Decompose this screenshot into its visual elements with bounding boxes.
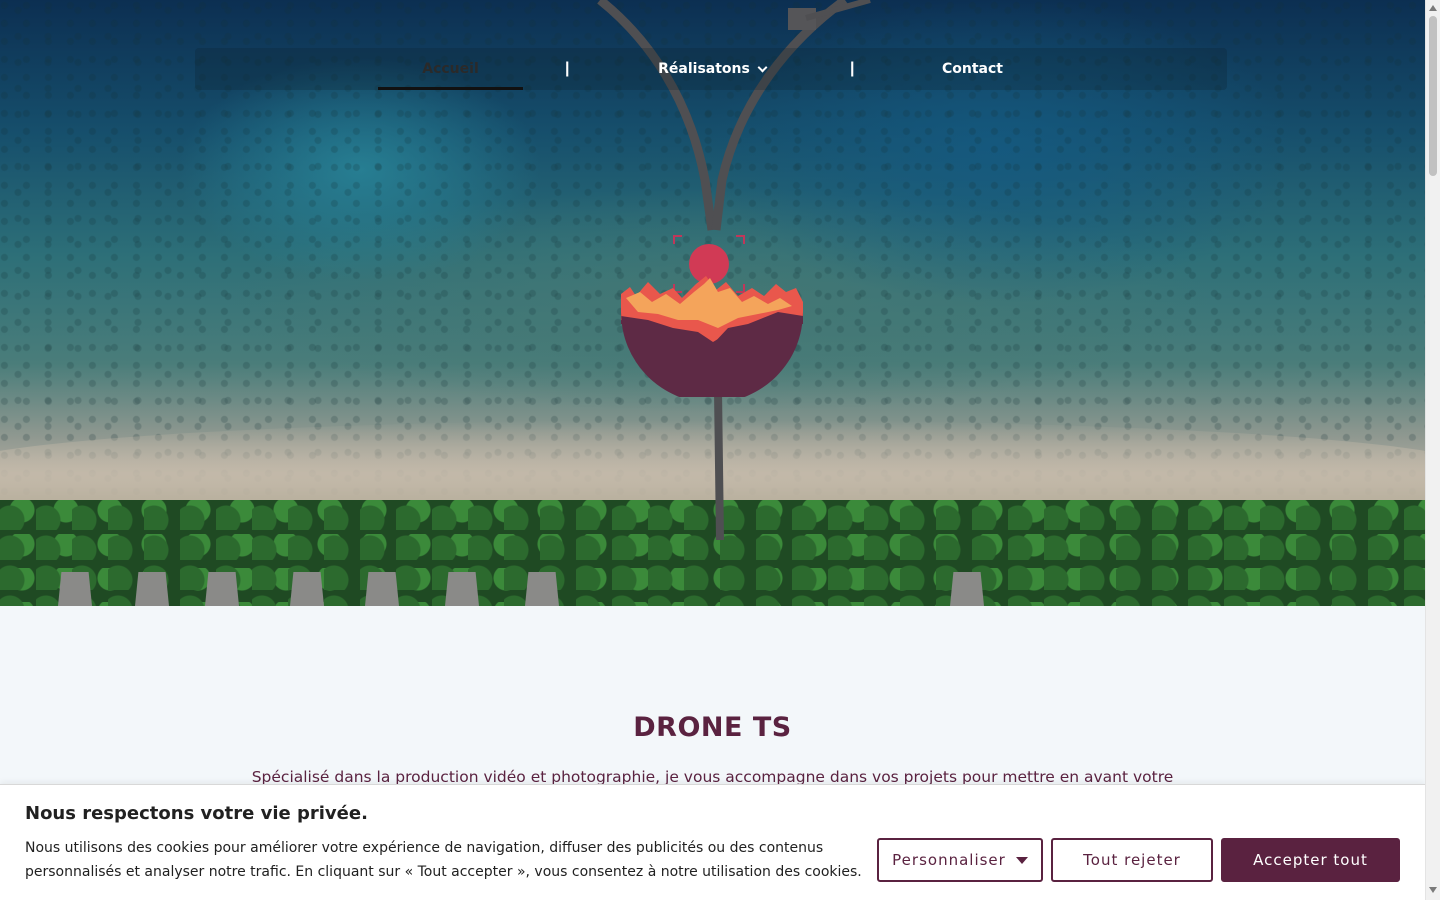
scroll-up-icon[interactable] xyxy=(1429,5,1437,11)
caret-down-icon xyxy=(1015,856,1028,864)
scroll-down-icon[interactable] xyxy=(1429,887,1437,893)
beach-tent xyxy=(290,572,324,606)
accept-all-button-label: Accepter tout xyxy=(1253,851,1368,869)
customize-button-label: Personnaliser xyxy=(892,851,1006,869)
beach-tent xyxy=(205,572,239,606)
beach-tent xyxy=(950,572,984,606)
nav-item-label: Accueil xyxy=(422,61,479,77)
nav-item-realisations[interactable]: Réalisatons xyxy=(647,48,777,90)
customize-button[interactable]: Personnaliser xyxy=(877,838,1043,882)
scrollbar[interactable] xyxy=(1425,0,1440,900)
accept-all-button[interactable]: Accepter tout xyxy=(1221,838,1400,882)
chevron-down-icon xyxy=(757,62,768,72)
nav-item-contact[interactable]: Contact xyxy=(930,48,1015,90)
main-nav: Accueil | Réalisatons | Contact xyxy=(195,48,1227,90)
scroll-thumb[interactable] xyxy=(1429,16,1437,176)
nav-separator: | xyxy=(850,60,855,77)
nav-item-accueil[interactable]: Accueil xyxy=(378,48,523,90)
sun-circle xyxy=(689,244,729,284)
nav-item-label: Contact xyxy=(942,61,1003,77)
reject-all-button[interactable]: Tout rejeter xyxy=(1051,838,1213,882)
mountain-sun-logo-icon xyxy=(621,235,803,397)
cookie-text: Nous utilisons des cookies pour améliore… xyxy=(25,840,862,880)
cookie-banner: Nous respectons votre vie privée. Nous u… xyxy=(0,784,1425,900)
cookie-title: Nous respectons votre vie privée. xyxy=(25,803,368,824)
beach-tent xyxy=(135,572,169,606)
beach-tent xyxy=(365,572,399,606)
reject-all-button-label: Tout rejeter xyxy=(1083,851,1181,869)
beach-tent xyxy=(58,572,92,606)
nav-separator: | xyxy=(565,60,570,77)
beach-tent xyxy=(525,572,559,606)
beach-tent xyxy=(445,572,479,606)
site-title: DRONE TS xyxy=(633,712,792,743)
nav-item-label: Réalisatons xyxy=(658,61,750,77)
